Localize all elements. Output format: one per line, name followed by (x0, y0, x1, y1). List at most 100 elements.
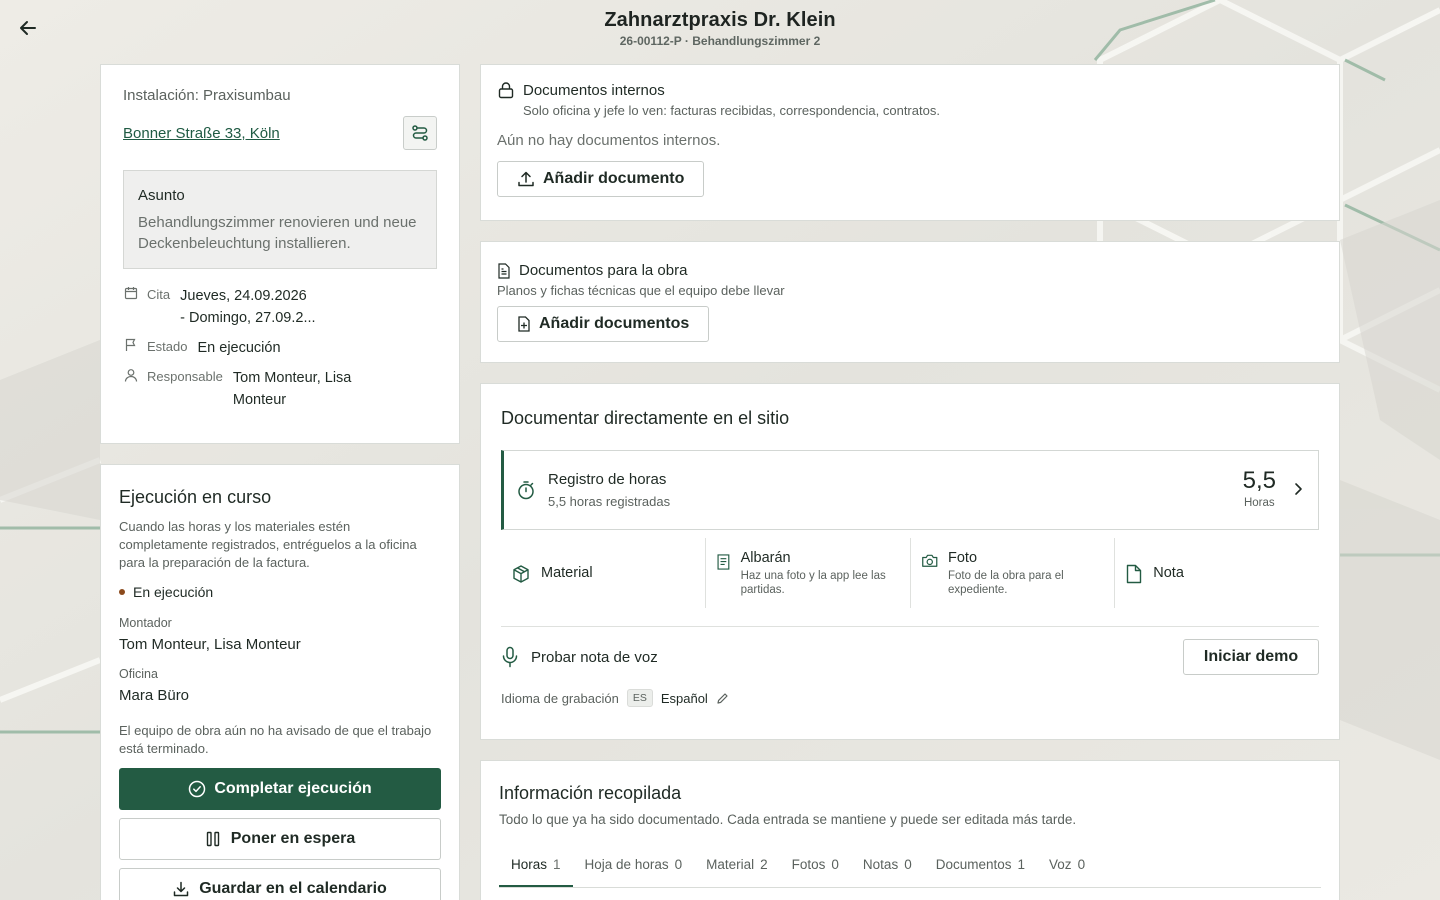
complete-execution-label: Completar ejecución (214, 780, 372, 797)
status-row: Estado En ejecución (123, 337, 437, 359)
appointment-end: - Domingo, 27.09.2... (180, 310, 316, 326)
tab-notes[interactable]: Notas 0 (851, 847, 924, 887)
hours-subtitle: 5,5 horas registradas (548, 494, 671, 509)
tab-label: Voz (1049, 857, 1072, 872)
flag-icon (125, 338, 136, 351)
tab-label: Fotos (791, 857, 826, 872)
tab-timesheet[interactable]: Hoja de horas 0 (573, 847, 695, 887)
save-calendar-button[interactable]: Guardar en el calendario (119, 868, 441, 900)
tab-label: Notas (862, 857, 899, 872)
hours-value: 5,5 (1242, 467, 1276, 494)
collected-tabs: Horas 1 Hoja de horas 0 Material 2 Fotos 0 N… (499, 847, 1321, 888)
recording-language-row: Idioma de grabación ES Español (501, 689, 1319, 707)
tab-documents[interactable]: Documentos 1 (924, 847, 1037, 887)
start-demo-label: Iniciar demo (1203, 648, 1299, 665)
execution-note: El equipo de obra aún no ha avisado de q… (119, 723, 432, 756)
photo-desc: Foto de la obra para el expediente. (948, 570, 1064, 596)
hold-button[interactable]: Poner en espera (119, 818, 441, 860)
tab-count: 2 (760, 857, 768, 872)
calendar-icon (124, 287, 138, 300)
language-value[interactable]: Español (661, 691, 708, 706)
status-dot (119, 589, 125, 595)
direct-documentation-card: Documentar directamente en el sitio Regi… (480, 383, 1340, 740)
responsible-value: Tom Monteur, Lisa Monteur (232, 370, 352, 408)
top-bar: Zahnarztpraxis Dr. Klein 26-00112-P · Be… (0, 0, 1440, 60)
execution-status-label: En ejecución (133, 584, 214, 600)
microphone-icon (502, 646, 518, 668)
tab-material[interactable]: Material 2 (694, 847, 780, 887)
tab-voice[interactable]: Voz 0 (1037, 847, 1097, 887)
tab-label: Documentos (935, 857, 1012, 872)
add-documents-label: Añadir documentos (539, 315, 690, 332)
start-demo-button[interactable]: Iniciar demo (1183, 639, 1319, 675)
pencil-icon[interactable] (716, 692, 729, 705)
address-link[interactable]: Bonner Straße 33, Köln (123, 125, 280, 142)
tab-count: 0 (904, 857, 912, 872)
execution-status: En ejecución (119, 584, 441, 600)
internal-documents-card: Documentos internos Solo oficina y jefe … (480, 64, 1340, 221)
subject-box: Asunto Behandlungszimmer renovieren und … (123, 170, 437, 269)
user-icon (124, 369, 138, 382)
tab-count: 1 (553, 857, 561, 872)
appointment-start: Jueves, 24.09.2026 (180, 288, 307, 304)
delivery-note-action[interactable]: Albarán Haz una foto y la app lee las pa… (706, 538, 911, 608)
site-documents-subtitle: Planos y fichas técnicas que el equipo d… (497, 283, 785, 298)
add-document-label: Añadir documento (543, 170, 685, 187)
appointment-row: Cita Jueves, 24.09.2026 - Domingo, 27.09… (123, 285, 437, 329)
camera-icon (921, 554, 937, 567)
tab-photos[interactable]: Fotos 0 (780, 847, 851, 887)
fitter-value: Tom Monteur, Lisa Monteur (119, 636, 301, 653)
receipt-icon (717, 554, 730, 570)
lock-icon (498, 82, 514, 99)
subject-title: Asunto (138, 187, 185, 204)
page-subtitle: 26-00112-P · Behandlungszimmer 2 (619, 34, 821, 48)
photo-action[interactable]: Foto Foto de la obra para el expediente. (911, 538, 1116, 608)
hours-unit: Horas (1243, 497, 1275, 509)
add-document-button[interactable]: Añadir documento (497, 161, 705, 197)
page-title: Zahnarztpraxis Dr. Klein (604, 9, 836, 31)
note-action[interactable]: Nota (1115, 538, 1319, 608)
hours-record-row[interactable]: Registro de horas 5,5 horas registradas … (501, 450, 1319, 530)
office-value: Mara Büro (119, 687, 190, 704)
appointment-key: Cita (147, 287, 171, 302)
hold-label: Poner en espera (230, 830, 356, 847)
delivery-note-desc: Haz una foto y la app lee las partidas. (740, 570, 886, 596)
route-button[interactable] (403, 116, 437, 150)
tab-label: Horas (511, 857, 548, 872)
internal-documents-empty: Aún no hay documentos internos. (497, 132, 721, 149)
stopwatch-icon (518, 481, 534, 500)
execution-card: Ejecución en curso Cuando las horas y lo… (100, 464, 460, 900)
execution-description: Cuando las horas y los materiales estén … (119, 519, 417, 570)
tab-count: 0 (1077, 857, 1086, 872)
installation-label: Instalación: Praxisumbau (123, 87, 291, 104)
tab-count: 0 (674, 857, 683, 872)
package-icon (513, 565, 529, 583)
delivery-note-label: Albarán (740, 550, 791, 566)
note-icon (1127, 564, 1142, 584)
photo-label: Foto (948, 550, 978, 566)
material-action[interactable]: Material (501, 538, 706, 608)
document-icon (498, 262, 510, 279)
site-documents-card: Documentos para la obra Planos y fichas … (480, 241, 1340, 363)
voice-note-label: Probar nota de voz (531, 648, 658, 666)
add-documents-button[interactable]: Añadir documentos (497, 306, 710, 342)
quick-actions: Material Albarán Haz una foto y la app l… (501, 538, 1319, 608)
office-key: Oficina (119, 667, 158, 681)
collected-title: Información recopilada (499, 783, 682, 803)
check-circle-icon (189, 780, 206, 798)
note-label: Nota (1153, 565, 1184, 581)
download-icon (173, 881, 189, 897)
site-documents-title: Documentos para la obra (519, 262, 688, 279)
execution-title: Ejecución en curso (119, 487, 272, 507)
responsible-key: Responsable (147, 369, 223, 384)
divider (501, 626, 1319, 627)
tab-hours[interactable]: Horas 1 (499, 847, 573, 887)
chevron-right-icon (1295, 483, 1302, 495)
internal-documents-subtitle: Solo oficina y jefe lo ven: facturas rec… (523, 103, 940, 118)
upload-icon (518, 171, 534, 187)
route-icon (412, 125, 428, 141)
responsible-row: Responsable Tom Monteur, Lisa Monteur (123, 367, 437, 411)
status-key: Estado (147, 339, 188, 354)
complete-execution-button[interactable]: Completar ejecución (119, 768, 441, 810)
hours-title: Registro de horas (548, 471, 667, 488)
